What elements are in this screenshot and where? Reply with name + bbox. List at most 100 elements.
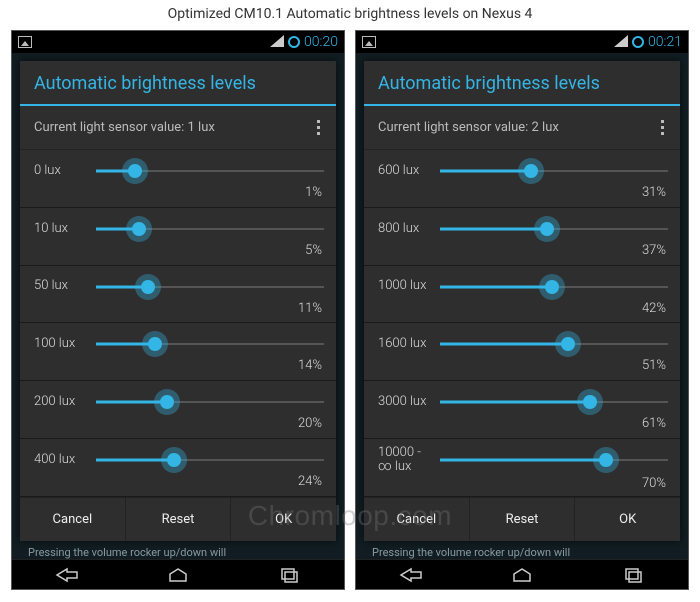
percent-label: 1% (34, 185, 324, 200)
slider-thumb[interactable] (132, 222, 146, 236)
lux-label: 800 lux (378, 222, 440, 236)
percent-label: 61% (378, 416, 668, 431)
brightness-slider[interactable] (96, 390, 324, 414)
signal-icon (270, 35, 284, 50)
brightness-slider[interactable] (440, 275, 668, 299)
slider-thumb[interactable] (141, 280, 155, 294)
brightness-row: 800 lux 37% (364, 208, 680, 266)
sensor-label: Current light sensor value: 1 lux (34, 120, 215, 135)
brightness-slider[interactable] (440, 217, 668, 241)
nav-back-button[interactable] (386, 565, 436, 585)
reset-button[interactable]: Reset (126, 498, 232, 541)
phones-container: 00:20 Automatic brightness levels Curren… (0, 30, 700, 590)
status-right: 00:20 (270, 34, 338, 50)
percent-label: 42% (378, 301, 668, 316)
brightness-slider[interactable] (440, 448, 668, 472)
brightness-slider[interactable] (96, 275, 324, 299)
brightness-slider[interactable] (440, 332, 668, 356)
background-hint-text: Pressing the volume rocker up/down will (366, 543, 678, 559)
sensor-label: Current light sensor value: 2 lux (378, 120, 559, 135)
brightness-rows: 0 lux 1% 10 lux 5% 50 lux 11% 100 lux 14% 200 lu… (20, 150, 336, 497)
nav-home-button[interactable] (153, 565, 203, 585)
brightness-row: 3000 lux61% (364, 381, 680, 439)
clock: 00:21 (648, 34, 682, 50)
status-right: 00:21 (614, 34, 682, 50)
brightness-rows: 600 lux 31% 800 lux 37% 1000 lux 42% 1600 lux 5… (364, 150, 680, 497)
cancel-button[interactable]: Cancel (20, 498, 126, 541)
button-bar: Cancel Reset OK (364, 497, 680, 541)
lux-label: 0 lux (34, 164, 96, 178)
percent-label: 11% (34, 301, 324, 316)
lux-label: 1600 lux (378, 337, 440, 351)
slider-thumb[interactable] (160, 395, 174, 409)
slider-thumb[interactable] (128, 164, 142, 178)
nav-bar (356, 559, 688, 589)
nav-home-button[interactable] (497, 565, 547, 585)
slider-thumb[interactable] (561, 337, 575, 351)
status-left (362, 36, 376, 48)
percent-label: 70% (378, 476, 668, 491)
lux-label: 100 lux (34, 337, 96, 351)
status-bar: 00:21 (356, 31, 688, 53)
cancel-button[interactable]: Cancel (364, 498, 470, 541)
percent-label: 14% (34, 358, 324, 373)
percent-label: 20% (34, 416, 324, 431)
gallery-icon (18, 36, 32, 48)
page-title: Optimized CM10.1 Automatic brightness le… (0, 0, 700, 30)
status-bar: 00:20 (12, 31, 344, 53)
slider-thumb[interactable] (167, 453, 181, 467)
status-left (18, 36, 32, 48)
slider-thumb[interactable] (524, 164, 538, 178)
nav-recent-button[interactable] (264, 565, 314, 585)
brightness-row: 100 lux 14% (20, 323, 336, 381)
lux-label: 600 lux (378, 164, 440, 178)
ok-button[interactable]: OK (575, 498, 680, 541)
brightness-dialog: Automatic brightness levels Current ligh… (20, 61, 336, 541)
slider-thumb[interactable] (583, 395, 597, 409)
brightness-slider[interactable] (96, 217, 324, 241)
network-ring-icon (288, 36, 300, 48)
nav-recent-button[interactable] (608, 565, 658, 585)
brightness-slider[interactable] (96, 332, 324, 356)
ok-button[interactable]: OK (231, 498, 336, 541)
percent-label: 24% (34, 474, 324, 489)
brightness-row: 10 lux 5% (20, 208, 336, 266)
brightness-row: 50 lux 11% (20, 266, 336, 324)
slider-thumb[interactable] (599, 453, 613, 467)
overflow-icon[interactable] (311, 116, 326, 139)
slider-thumb[interactable] (540, 222, 554, 236)
percent-label: 51% (378, 358, 668, 373)
lux-label: 10000 - ∞ lux (378, 446, 440, 475)
slider-thumb[interactable] (148, 337, 162, 351)
reset-button[interactable]: Reset (470, 498, 576, 541)
button-bar: Cancel Reset OK (20, 497, 336, 541)
brightness-row: 1600 lux 51% (364, 323, 680, 381)
clock: 00:20 (304, 34, 338, 50)
brightness-slider[interactable] (96, 159, 324, 183)
slider-thumb[interactable] (545, 280, 559, 294)
lux-label: 400 lux (34, 453, 96, 467)
nav-back-button[interactable] (42, 565, 92, 585)
dialog-title: Automatic brightness levels (364, 61, 680, 104)
lux-label: 50 lux (34, 279, 96, 293)
percent-label: 31% (378, 185, 668, 200)
percent-label: 5% (34, 243, 324, 258)
brightness-row: 200 lux 20% (20, 381, 336, 439)
signal-icon (614, 35, 628, 50)
background-hint-text: Pressing the volume rocker up/down will (22, 543, 334, 559)
overflow-icon[interactable] (655, 116, 670, 139)
percent-label: 37% (378, 243, 668, 258)
brightness-row: 600 lux 31% (364, 150, 680, 208)
sensor-row: Current light sensor value: 2 lux (364, 106, 680, 150)
brightness-slider[interactable] (96, 448, 324, 472)
brightness-row: 10000 - ∞ lux70% (364, 439, 680, 497)
brightness-dialog: Automatic brightness levels Current ligh… (364, 61, 680, 541)
brightness-slider[interactable] (440, 159, 668, 183)
brightness-row: 400 lux 24% (20, 439, 336, 497)
lux-label: 1000 lux (378, 279, 440, 293)
brightness-row: 0 lux 1% (20, 150, 336, 208)
dialog-title: Automatic brightness levels (20, 61, 336, 104)
lux-label: 10 lux (34, 222, 96, 236)
brightness-slider[interactable] (440, 390, 668, 414)
lux-label: 200 lux (34, 395, 96, 409)
